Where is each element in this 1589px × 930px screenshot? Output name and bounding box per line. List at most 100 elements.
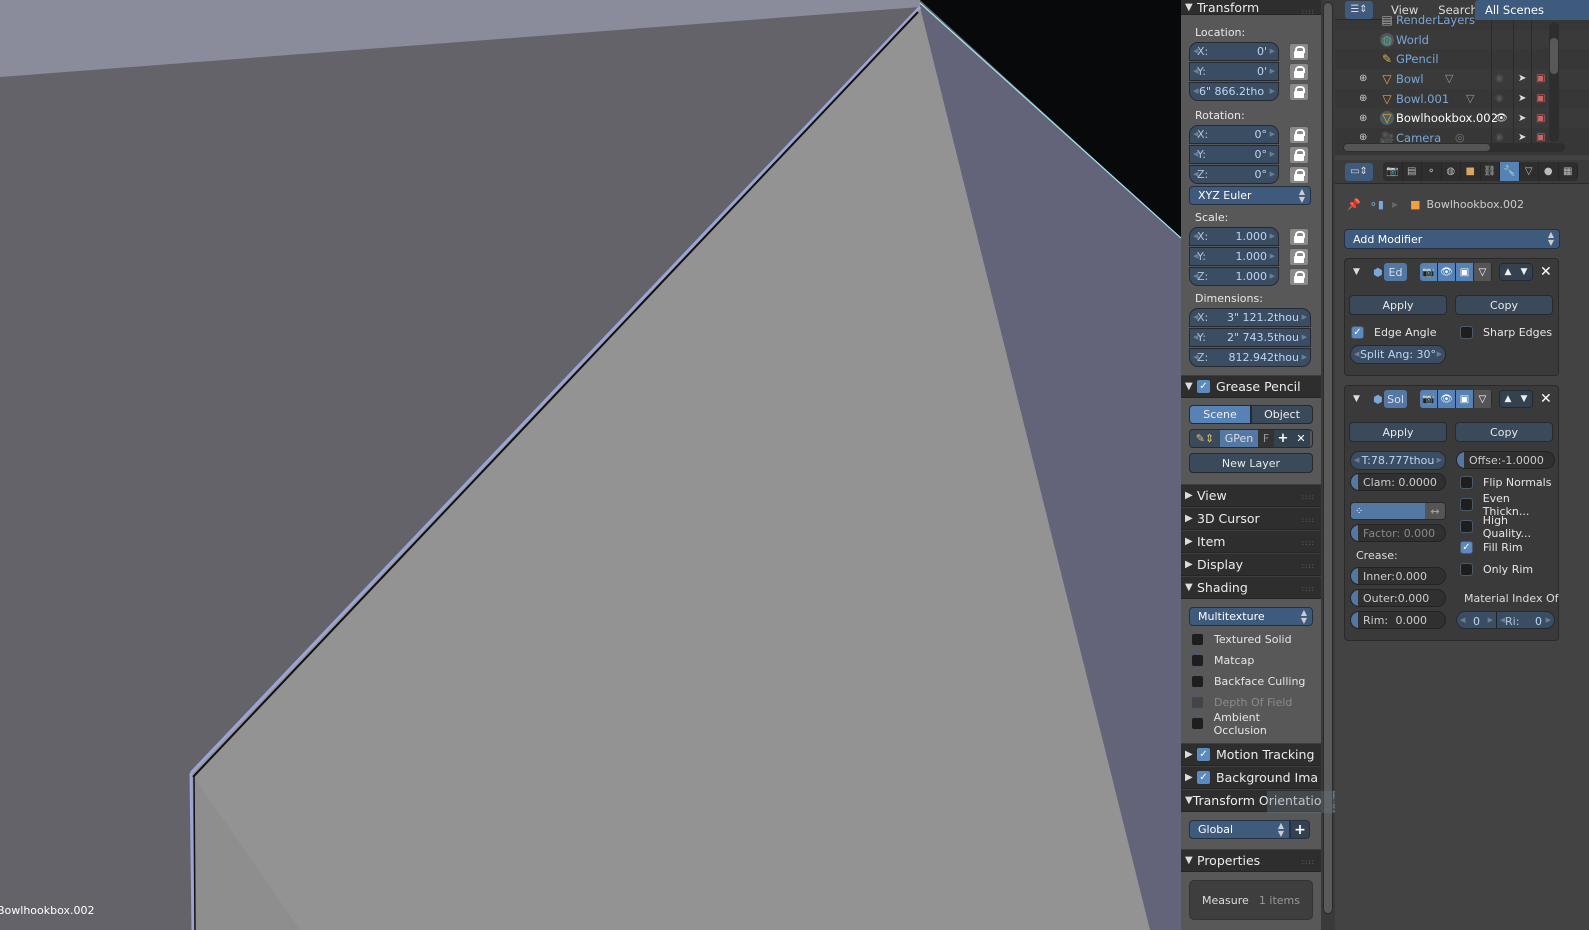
drag-grip-icon[interactable]: :::: — [1302, 516, 1315, 524]
checkbox-box[interactable] — [1460, 476, 1473, 489]
viewport-eye-icon[interactable]: 👁 — [1438, 390, 1456, 408]
checkbox-box[interactable]: ✓ — [1351, 326, 1364, 339]
ambient-occlusion-checkbox[interactable]: Ambient Occlusion — [1189, 711, 1313, 737]
location-y-field[interactable]: ◀ Y: 0' ▶ — [1189, 62, 1279, 81]
transform-panel-header[interactable]: ▼ Transform :::: — [1181, 0, 1321, 16]
sharp-edges-checkbox[interactable]: Sharp Edges — [1458, 322, 1552, 343]
clamp-slider[interactable]: Clam: 0.0000 — [1350, 473, 1446, 491]
rotation-y-field[interactable]: ◀ Y: 0° ▶ — [1189, 145, 1279, 164]
even-thickness-checkbox[interactable]: Even Thickn... — [1458, 492, 1558, 518]
render-camera-icon[interactable]: ▣ — [1536, 113, 1545, 124]
drag-grip-icon[interactable]: :::: — [1302, 539, 1315, 547]
render-toggle-icon[interactable]: 📷 — [1420, 390, 1438, 408]
location-z-field[interactable]: ◀ 6" 866.2tho ▶ — [1189, 82, 1279, 101]
location-x-field[interactable]: ◀ X: 0' ▶ — [1189, 42, 1279, 61]
display-panel-header[interactable]: ▶ Display:::: — [1181, 553, 1321, 576]
visibility-icon[interactable]: ◉ — [1495, 73, 1504, 84]
fill-rim-checkbox[interactable]: ✓ Fill Rim — [1458, 537, 1523, 558]
edit-mode-icon[interactable]: ▣ — [1456, 263, 1474, 281]
tab-scene[interactable]: Scene — [1189, 405, 1251, 424]
select-cursor-icon[interactable]: ➤ — [1518, 132, 1526, 143]
data-tab-icon[interactable]: ▽ — [1520, 162, 1539, 181]
material-tab-icon[interactable]: ● — [1539, 162, 1559, 181]
render-toggle-icon[interactable]: 📷 — [1420, 263, 1438, 281]
render-camera-icon[interactable]: ▣ — [1536, 73, 1545, 84]
tab-object[interactable]: Object — [1251, 405, 1313, 424]
remove-modifier-icon[interactable]: ✕ — [1540, 391, 1552, 407]
move-up-icon[interactable]: ▲ — [1500, 264, 1516, 280]
lock-icon[interactable] — [1289, 267, 1309, 286]
outliner-horizontal-scrollbar[interactable] — [1343, 143, 1565, 152]
scrollbar-thumb[interactable] — [1344, 144, 1490, 151]
motion-tracking-panel-header[interactable]: ▶ ✓ Motion Tracking — [1181, 743, 1321, 766]
checkbox-box[interactable] — [1191, 675, 1204, 688]
scale-y-field[interactable]: ◀ Y: 1.000 ▶ — [1189, 247, 1279, 266]
render-camera-icon[interactable]: ▣ — [1536, 93, 1545, 104]
modifier-name-field[interactable]: Ed — [1384, 263, 1407, 281]
cage-icon[interactable]: ▽ — [1474, 390, 1492, 408]
close-icon[interactable]: ✕ — [1292, 430, 1310, 447]
scale-z-field[interactable]: ◀ Z: 1.000 ▶ — [1189, 267, 1279, 286]
drag-grip-icon[interactable]: :::: — [1302, 562, 1315, 570]
outliner-vertical-scrollbar[interactable] — [1549, 22, 1559, 142]
drag-grip-icon[interactable]: :::: — [1302, 585, 1315, 593]
shading-mode-dropdown[interactable]: Multitexture ▲ ▼ — [1189, 607, 1313, 626]
checkbox-box[interactable] — [1191, 633, 1204, 646]
lock-icon[interactable] — [1289, 227, 1309, 246]
checkbox-box[interactable] — [1191, 717, 1204, 730]
checkbox-box[interactable] — [1460, 326, 1473, 339]
select-cursor-icon[interactable]: ➤ — [1518, 113, 1526, 124]
layer-name-field[interactable]: GPen — [1220, 430, 1258, 447]
add-icon[interactable]: + — [1274, 430, 1292, 447]
eye-icon[interactable]: 👁 — [1495, 113, 1508, 124]
vertex-group-field[interactable]: ⁘ ↔ — [1350, 502, 1446, 520]
apply-button[interactable]: Apply — [1349, 422, 1447, 442]
invert-arrows-icon[interactable]: ↔ — [1425, 503, 1445, 519]
item-panel-header[interactable]: ▶ Item:::: — [1181, 530, 1321, 553]
dimensions-y-field[interactable]: ◀ Y: 2" 743.5thou ▶ — [1189, 328, 1311, 347]
measure-item[interactable]: Measure 1 items — [1189, 880, 1313, 920]
copy-button[interactable]: Copy — [1455, 295, 1553, 315]
scene-tab-icon[interactable]: ⚬ — [1422, 162, 1442, 181]
orientation-dropdown[interactable]: Global ▲ ▼ — [1189, 820, 1290, 839]
pencil-icon[interactable]: ✎⇕ — [1190, 430, 1220, 447]
render-camera-icon[interactable]: ▣ — [1536, 132, 1545, 143]
lock-icon[interactable] — [1289, 62, 1309, 81]
properties-panel-header[interactable]: ▼ Properties:::: — [1181, 849, 1321, 872]
thickness-field[interactable]: ◀ T:78.777thou ▶ — [1350, 451, 1446, 470]
move-down-icon[interactable]: ▼ — [1516, 391, 1532, 407]
rotation-z-field[interactable]: ◀ Z: 0° ▶ — [1189, 165, 1279, 184]
scale-x-field[interactable]: ◀ X: 1.000 ▶ — [1189, 227, 1279, 246]
constraints-tab-icon[interactable]: ⛓ — [1481, 162, 1500, 181]
inner-crease-slider[interactable]: Inner: 0.000 — [1350, 567, 1446, 585]
lock-icon[interactable] — [1289, 82, 1309, 101]
expand-icon[interactable]: ⊕ — [1359, 73, 1367, 84]
texture-tab-icon[interactable]: ▦ — [1559, 162, 1578, 181]
editor-type-icon[interactable]: ▭⇕ — [1345, 162, 1373, 181]
new-layer-button[interactable]: New Layer — [1189, 453, 1313, 473]
world-tab-icon[interactable]: ◍ — [1442, 162, 1461, 181]
copy-button[interactable]: Copy — [1455, 422, 1553, 442]
add-modifier-dropdown[interactable]: Add Modifier ▲ ▼ — [1344, 229, 1560, 249]
lock-icon[interactable] — [1289, 42, 1309, 61]
drag-grip-icon[interactable]: :::: — [1302, 858, 1315, 866]
scrollbar-thumb[interactable] — [1323, 2, 1333, 914]
viewport-eye-icon[interactable]: 👁 — [1438, 263, 1456, 281]
textured-solid-checkbox[interactable]: Textured Solid — [1189, 629, 1313, 650]
move-up-icon[interactable]: ▲ — [1500, 391, 1516, 407]
expand-icon[interactable]: ⊕ — [1359, 93, 1367, 104]
render-tab-icon[interactable]: 📷 — [1383, 162, 1403, 181]
offset-slider[interactable]: Offse: -1.0000 — [1456, 451, 1555, 469]
checkbox-box[interactable] — [1460, 563, 1473, 576]
select-cursor-icon[interactable]: ➤ — [1518, 93, 1526, 104]
drag-grip-icon[interactable]: :::: — [1302, 493, 1315, 501]
collapse-triangle-icon[interactable]: ▼ — [1353, 267, 1360, 277]
background-images-panel-header[interactable]: ▶ ✓ Background Ima — [1181, 766, 1321, 789]
object-tab-icon[interactable]: ■ — [1461, 162, 1481, 181]
rotation-mode-dropdown[interactable]: XYZ Euler ▲ ▼ — [1189, 186, 1311, 205]
3d-viewport[interactable]: Bowlhookbox.002 — [0, 0, 1181, 930]
dimensions-x-field[interactable]: ◀ X: 3" 121.2thou ▶ — [1189, 308, 1311, 327]
high-quality-normals-checkbox[interactable]: High Quality... — [1458, 514, 1558, 540]
render-layers-tab-icon[interactable]: ▤ — [1403, 162, 1422, 181]
apply-button[interactable]: Apply — [1349, 295, 1447, 315]
